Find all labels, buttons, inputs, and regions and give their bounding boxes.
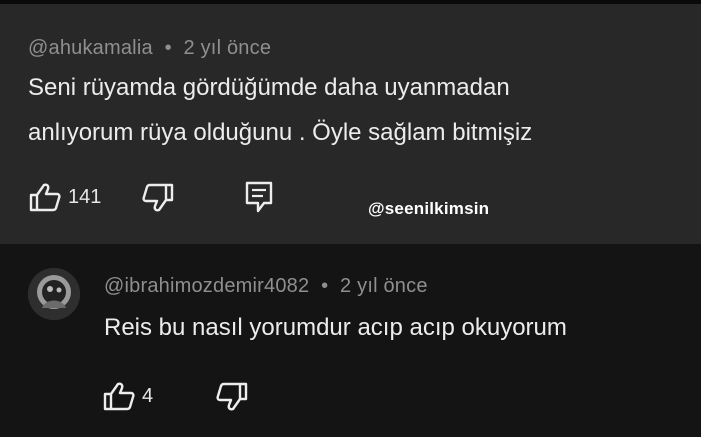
reply-dislike-button[interactable]: [215, 382, 249, 412]
thumbs-up-icon: [102, 381, 136, 411]
thumbs-down-icon: [141, 183, 175, 213]
comment-meta: @ahukamalia • 2 yıl önce: [28, 37, 271, 60]
comment-main: @ahukamalia • 2 yıl önce Seni rüyamda gö…: [0, 4, 701, 244]
reply-button[interactable]: [244, 180, 274, 214]
like-button[interactable]: 141: [28, 182, 101, 212]
thumbs-up-icon: [28, 182, 62, 212]
comment-author[interactable]: @ahukamalia: [28, 37, 153, 59]
reply-like-count: 4: [142, 384, 154, 407]
reply-text: Reis bu nasıl yorumdur acıp acıp okuyoru…: [104, 314, 567, 341]
comment-time[interactable]: 2 yıl önce: [184, 37, 272, 59]
comment-text-line-2: anlıyorum rüya olduğunu . Öyle sağlam bi…: [28, 119, 533, 146]
comment-text-line-1: Seni rüyamda gördüğümde daha uyanmadan: [28, 74, 510, 101]
reply-meta: @ibrahimozdemir4082 • 2 yıl önce: [104, 275, 428, 298]
avatar[interactable]: [28, 268, 80, 320]
reply-time[interactable]: 2 yıl önce: [340, 275, 428, 297]
meta-separator: •: [321, 275, 329, 297]
reply-author[interactable]: @ibrahimozdemir4082: [104, 275, 309, 297]
reply-like-button[interactable]: 4: [102, 381, 153, 411]
avatar-image: [28, 268, 80, 320]
watermark: @seenilkimsin: [368, 199, 490, 218]
dislike-button[interactable]: [141, 183, 175, 213]
meta-separator: •: [164, 37, 172, 59]
reply-icon: [244, 180, 274, 214]
thumbs-down-icon: [215, 382, 249, 412]
like-count: 141: [68, 185, 102, 208]
